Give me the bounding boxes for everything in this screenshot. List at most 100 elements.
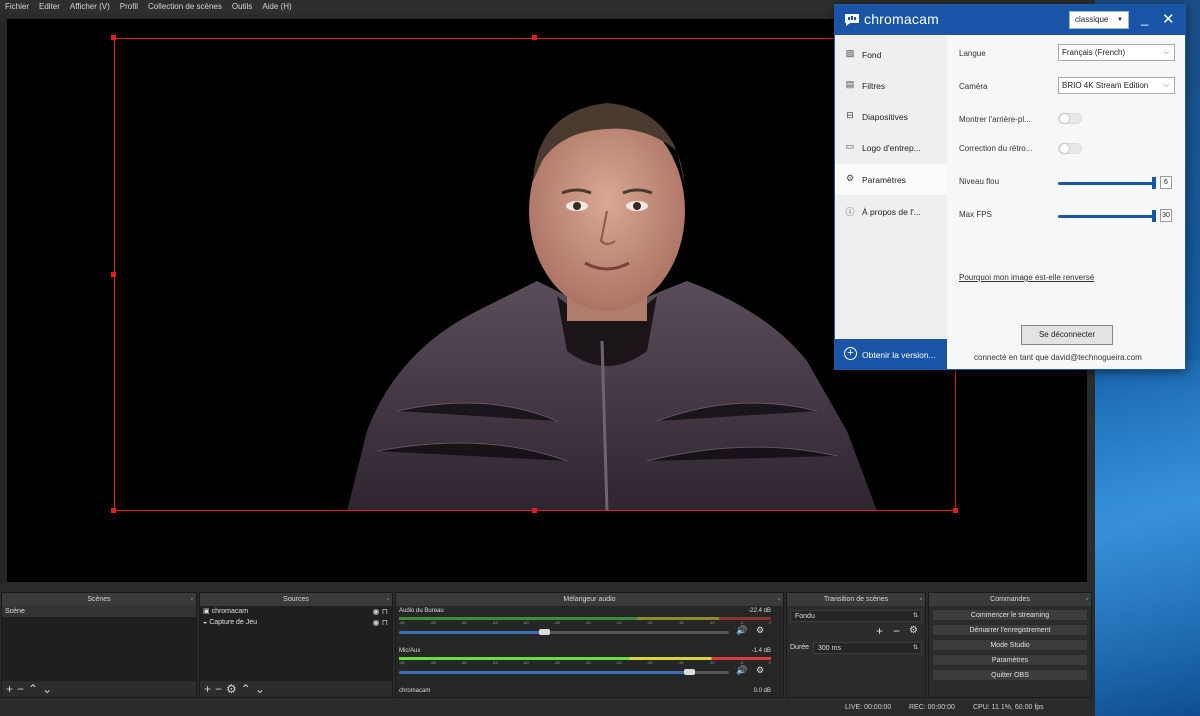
settings-button[interactable]: Paramètres <box>932 654 1088 666</box>
nav-filters[interactable]: ▤ Filtres <box>835 70 947 101</box>
volume-slider-knob[interactable] <box>684 669 695 675</box>
gear-icon[interactable]: ⚙ <box>226 681 237 697</box>
undock-icon[interactable]: ▫ <box>191 593 193 606</box>
sources-toolbar: + − ⚙ ⌃ ⌄ <box>200 681 392 697</box>
lock-icon[interactable]: ⊓ <box>382 607 388 616</box>
move-down-icon[interactable]: ⌄ <box>255 681 265 697</box>
meter-tick-label: -10 <box>708 660 715 665</box>
get-version-button[interactable]: + Obtenir la version... <box>835 339 947 369</box>
mixer-channel: chromacam 0.0 dB <box>396 686 783 698</box>
undock-icon[interactable]: ▫ <box>778 593 780 606</box>
gear-icon[interactable]: ⚙ <box>756 625 764 636</box>
undock-icon[interactable]: ▫ <box>920 593 922 606</box>
move-up-icon[interactable]: ⌃ <box>28 681 38 697</box>
add-icon[interactable]: + <box>204 681 211 697</box>
show-background-toggle[interactable] <box>1058 113 1082 124</box>
channel-level: 0.0 dB <box>753 688 771 694</box>
meter-tick-label: -10 <box>708 620 715 625</box>
chevron-down-icon: ⌵ <box>1163 82 1169 89</box>
mirror-correction-label: Correction du rétro... <box>959 144 1033 153</box>
info-icon: ⓘ <box>845 207 855 217</box>
studio-mode-button[interactable]: Mode Studio <box>932 639 1088 651</box>
resize-handle-tl[interactable] <box>111 35 116 40</box>
remove-icon[interactable]: − <box>893 624 900 638</box>
add-icon[interactable]: + <box>6 681 13 697</box>
resize-handle-br[interactable] <box>953 508 958 513</box>
gear-icon[interactable]: ⚙ <box>756 665 764 676</box>
blur-slider-knob[interactable] <box>1152 177 1156 189</box>
max-fps-label: Max FPS <box>959 210 992 219</box>
nav-slides[interactable]: ⊟ Diapositives <box>835 101 947 132</box>
resize-handle-t[interactable] <box>532 35 537 40</box>
meter-tick-label: -30 <box>584 620 591 625</box>
visibility-eye-icon[interactable]: ◉ <box>373 607 380 616</box>
menu-scene-collection[interactable]: Collection de scènes <box>148 0 222 14</box>
duration-input[interactable]: 300 ms ⇅ <box>813 642 922 654</box>
scene-transitions-dock: Transition de scènes ▫ Fondu ⇅ + − ⚙ Durée… <box>786 592 926 698</box>
minimize-icon[interactable]: _ <box>1141 11 1148 26</box>
start-streaming-button[interactable]: Commencer le streaming <box>932 609 1088 621</box>
menu-help[interactable]: Aide (H) <box>262 0 291 14</box>
menu-file[interactable]: Fichier <box>5 0 29 14</box>
visibility-eye-icon[interactable]: ◉ <box>373 618 380 627</box>
disconnect-button[interactable]: Se déconnecter <box>1021 325 1113 345</box>
move-up-icon[interactable]: ⌃ <box>241 681 251 697</box>
channel-level: -1.4 dB <box>751 648 771 654</box>
close-icon[interactable]: ✕ <box>1162 10 1175 28</box>
blur-level-value[interactable]: 6 <box>1160 176 1172 189</box>
meter-tick-label: -20 <box>646 620 653 625</box>
move-down-icon[interactable]: ⌄ <box>42 681 52 697</box>
mixer-dock-title: Mélangeur audio ▫ <box>396 593 783 606</box>
menu-view[interactable]: Afficher (V) <box>70 0 110 14</box>
meter-tick-label: -40 <box>522 660 529 665</box>
fps-slider-knob[interactable] <box>1152 210 1156 222</box>
chromacam-titlebar: chromacam classique ▼ _ ✕ <box>835 5 1185 35</box>
exit-button[interactable]: Quitter OBS <box>932 669 1088 681</box>
add-icon[interactable]: + <box>876 624 883 638</box>
meter-tick-label: -15 <box>677 620 684 625</box>
resize-handle-bl[interactable] <box>111 508 116 513</box>
menu-profile[interactable]: Profil <box>120 0 138 14</box>
mirror-correction-toggle[interactable] <box>1058 143 1082 154</box>
mode-select[interactable]: classique ▼ <box>1069 11 1129 29</box>
menu-edit[interactable]: Editer <box>39 0 60 14</box>
source-item[interactable]: ▣ chromacam ◉ ⊓ <box>200 606 392 617</box>
undock-icon[interactable]: ▫ <box>387 593 389 606</box>
status-bar: LIVE: 00:00:00 REC: 00:00:00 CPU: 11.1%,… <box>0 700 1095 716</box>
blur-level-label: Niveau flou <box>959 177 1000 186</box>
nav-about[interactable]: ⓘ À propos de l'... <box>835 196 947 227</box>
undock-icon[interactable]: ▫ <box>1086 593 1088 606</box>
spin-arrows-icon: ⇅ <box>912 645 918 651</box>
nav-settings[interactable]: ⚙ Paramètres <box>835 164 947 195</box>
speaker-icon[interactable]: 🔊 <box>736 665 747 676</box>
language-select[interactable]: Français (French) ⌵ <box>1058 44 1175 61</box>
remove-icon[interactable]: − <box>17 681 24 697</box>
meter-tick-label: -20 <box>646 660 653 665</box>
live-timer: LIVE: 00:00:00 <box>845 704 892 711</box>
mirrored-image-help-link[interactable]: Pourquoi mon image est-elle renversé <box>959 273 1094 282</box>
nav-background[interactable]: ▨ Fond <box>835 39 947 70</box>
gear-icon[interactable]: ⚙ <box>909 625 918 636</box>
nav-logo[interactable]: ▭ Logo d'entrep... <box>835 132 947 163</box>
volume-slider[interactable] <box>399 631 544 634</box>
scene-item[interactable]: Scène <box>2 606 196 617</box>
blur-level-slider[interactable] <box>1058 182 1153 185</box>
source-selection-box[interactable] <box>114 38 956 511</box>
menu-tools[interactable]: Outils <box>232 0 252 14</box>
resize-handle-l[interactable] <box>111 272 116 277</box>
source-item[interactable]: ◒ Capture de Jeu ◉ ⊓ <box>200 617 392 628</box>
channel-level: -22.4 dB <box>748 608 771 614</box>
camera-select[interactable]: BRIO 4K Stream Edition ⌵ <box>1058 77 1175 94</box>
transition-select[interactable]: Fondu ⇅ <box>790 610 922 622</box>
speaker-icon[interactable]: 🔊 <box>736 625 747 636</box>
remove-icon[interactable]: − <box>215 681 222 697</box>
meter-tick-label: -25 <box>615 660 622 665</box>
max-fps-value[interactable]: 30 <box>1160 209 1172 222</box>
start-recording-button[interactable]: Démarrer l'enregistrement <box>932 624 1088 636</box>
volume-slider[interactable] <box>399 671 689 674</box>
max-fps-slider[interactable] <box>1058 215 1153 218</box>
language-label: Langue <box>959 49 986 58</box>
volume-slider-knob[interactable] <box>539 629 550 635</box>
resize-handle-b[interactable] <box>532 508 537 513</box>
lock-icon[interactable]: ⊓ <box>382 618 388 627</box>
